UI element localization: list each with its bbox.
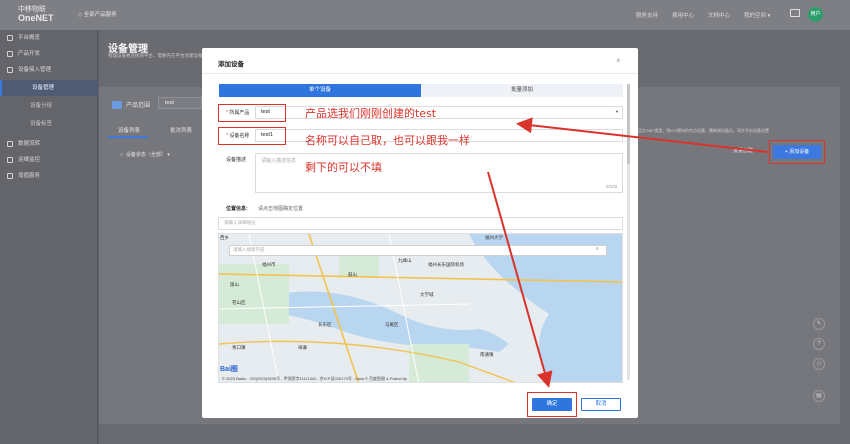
annotation-frame-product	[218, 104, 286, 122]
cube-icon	[112, 101, 122, 110]
sidebar-item-label: 平台概览	[18, 35, 41, 41]
onenet-logo[interactable]: 中移物联 OneNET	[18, 5, 54, 23]
map-search-input[interactable]	[229, 245, 607, 256]
sidebar-item-label: 数据流转	[18, 141, 41, 147]
tab-active-indicator	[108, 136, 148, 138]
map-label: 旗山	[230, 282, 239, 287]
avatar[interactable]: 用户	[808, 7, 823, 22]
map-label: 西乡	[220, 235, 229, 240]
sidebar-item-label: 产品开发	[18, 51, 41, 57]
sidebar-item-monitoring[interactable]: 运维监控	[0, 152, 98, 168]
tab-batch-add[interactable]: 批量添加	[421, 84, 623, 97]
map-label: 苍山区	[232, 300, 246, 305]
sidebar-item-label: 增值服务	[18, 173, 41, 179]
sidebar-item-device-group[interactable]: 设备分组	[0, 98, 98, 114]
status-filter-label: 设备状态（全部）	[125, 152, 166, 158]
map-label: 福州大学	[485, 235, 503, 240]
sidebar-item-overview[interactable]: 平台概览	[0, 30, 98, 46]
map-copyright: © 2023 Baidu - GS(2023)3206号 - 甲测资字11111…	[222, 376, 408, 381]
map-label: 福州长乐国际机场	[428, 262, 464, 267]
edit-icon[interactable]: ✎	[813, 318, 825, 330]
data-flow-icon	[7, 141, 13, 147]
nav-my-space-label: 我的空间	[744, 13, 767, 19]
map-label: 祥谦	[298, 345, 307, 350]
dialog-divider	[202, 73, 638, 74]
annotation-rest: 剩下的可以不填	[305, 161, 382, 174]
sidebar-item-device-management[interactable]: 设备管理	[0, 80, 98, 96]
batch-create-button[interactable]: 批量创建	[733, 147, 753, 154]
feedback-icon[interactable]: ▤	[813, 390, 825, 402]
map-label: 南通镇	[480, 352, 494, 357]
cancel-button[interactable]: 取消	[581, 398, 621, 411]
tab-batch-list[interactable]: 批次列表	[170, 126, 192, 134]
search-icon[interactable]: ⌕	[596, 246, 599, 252]
annotation-frame-name	[218, 127, 286, 145]
all-products-link[interactable]: ◇ 全部产品服务	[78, 10, 117, 18]
annotation-frame-confirm	[527, 392, 577, 417]
baidu-map-logo: Bai图	[220, 366, 238, 373]
sidebar-item-data-flow[interactable]: 数据流转	[0, 136, 98, 152]
nav-docs[interactable]: 文档中心	[708, 11, 730, 19]
map-canvas	[219, 234, 622, 382]
annotation-product: 产品选我们刚刚创建的test	[305, 107, 437, 120]
tab-single-device[interactable]: 单个设备	[219, 84, 421, 97]
annotation-frame-add-device	[769, 140, 825, 164]
product-scope-select[interactable]: test	[158, 97, 202, 109]
map-label: 长乐区	[318, 322, 332, 327]
device-desc-placeholder: 请输入描述信息	[261, 158, 297, 164]
sidebar-item-value-added[interactable]: 增值服务	[0, 168, 98, 184]
location-label: 位置信息:	[226, 206, 248, 212]
annotation-name: 名称可以自己取，也可以跟我一样	[305, 134, 470, 147]
location-icon[interactable]: ◇	[813, 358, 825, 370]
product-scope-text: 产品范围	[126, 103, 151, 109]
dialog-scroll-thumb[interactable]	[627, 84, 630, 164]
help-icon[interactable]: ?	[813, 338, 825, 350]
dialog-title: 添加设备	[218, 61, 244, 68]
device-icon	[7, 67, 13, 73]
value-added-icon	[7, 173, 13, 179]
page-description: 物理设备要连接到平台，需要先在平台创建设备	[108, 53, 203, 58]
location-input[interactable]	[218, 217, 623, 230]
chevron-down-icon[interactable]: ▼	[615, 109, 619, 114]
sidebar-item-device-tag[interactable]: 设备标签	[0, 116, 98, 132]
map-label: 鼓山	[348, 272, 357, 277]
sidebar-item-label: 设备接入管理	[18, 67, 52, 73]
nb-hint-text: 若产品为"NB"类型，则IOT模块的节点设备、需新增设备后，同步开启设备设置	[630, 128, 770, 133]
product-scope-label: 产品范围	[112, 100, 151, 110]
message-icon[interactable]	[790, 9, 800, 17]
map-label: 马尾区	[385, 322, 399, 327]
device-status-filter[interactable]: ○ 设备状态（全部） ▾	[120, 151, 170, 158]
map-search-placeholder: 请输入搜索内容	[233, 247, 265, 252]
sidebar-item-label: 运维监控	[18, 157, 41, 163]
nav-billing[interactable]: 费用中心	[672, 11, 694, 19]
map-label: 青口镇	[232, 345, 246, 350]
map-label: 九峰山	[398, 258, 412, 263]
sidebar-item-product-dev[interactable]: 产品开发	[0, 46, 98, 62]
overview-icon	[7, 35, 13, 41]
tab-device-list[interactable]: 设备列表	[118, 126, 140, 134]
close-icon[interactable]: ×	[616, 56, 621, 65]
location-hint: 请点击地图确定位置	[258, 206, 304, 212]
monitor-icon	[7, 157, 13, 163]
all-products-label: 全部产品服务	[83, 12, 117, 18]
logo-line2: OneNET	[18, 13, 54, 23]
map-label: 大学城	[420, 292, 434, 297]
product-icon	[7, 51, 13, 57]
location-input-placeholder: 请输入详细地址	[224, 220, 256, 225]
nav-support[interactable]: 服务支持	[636, 11, 658, 19]
map-label: 福州市	[262, 262, 276, 267]
device-desc-count: 0/100	[606, 184, 618, 189]
sidebar-item-device-access[interactable]: 设备接入管理	[0, 62, 98, 78]
device-desc-label: 设备描述	[226, 157, 247, 163]
nav-my-space[interactable]: 我的空间 ▾	[744, 11, 770, 19]
